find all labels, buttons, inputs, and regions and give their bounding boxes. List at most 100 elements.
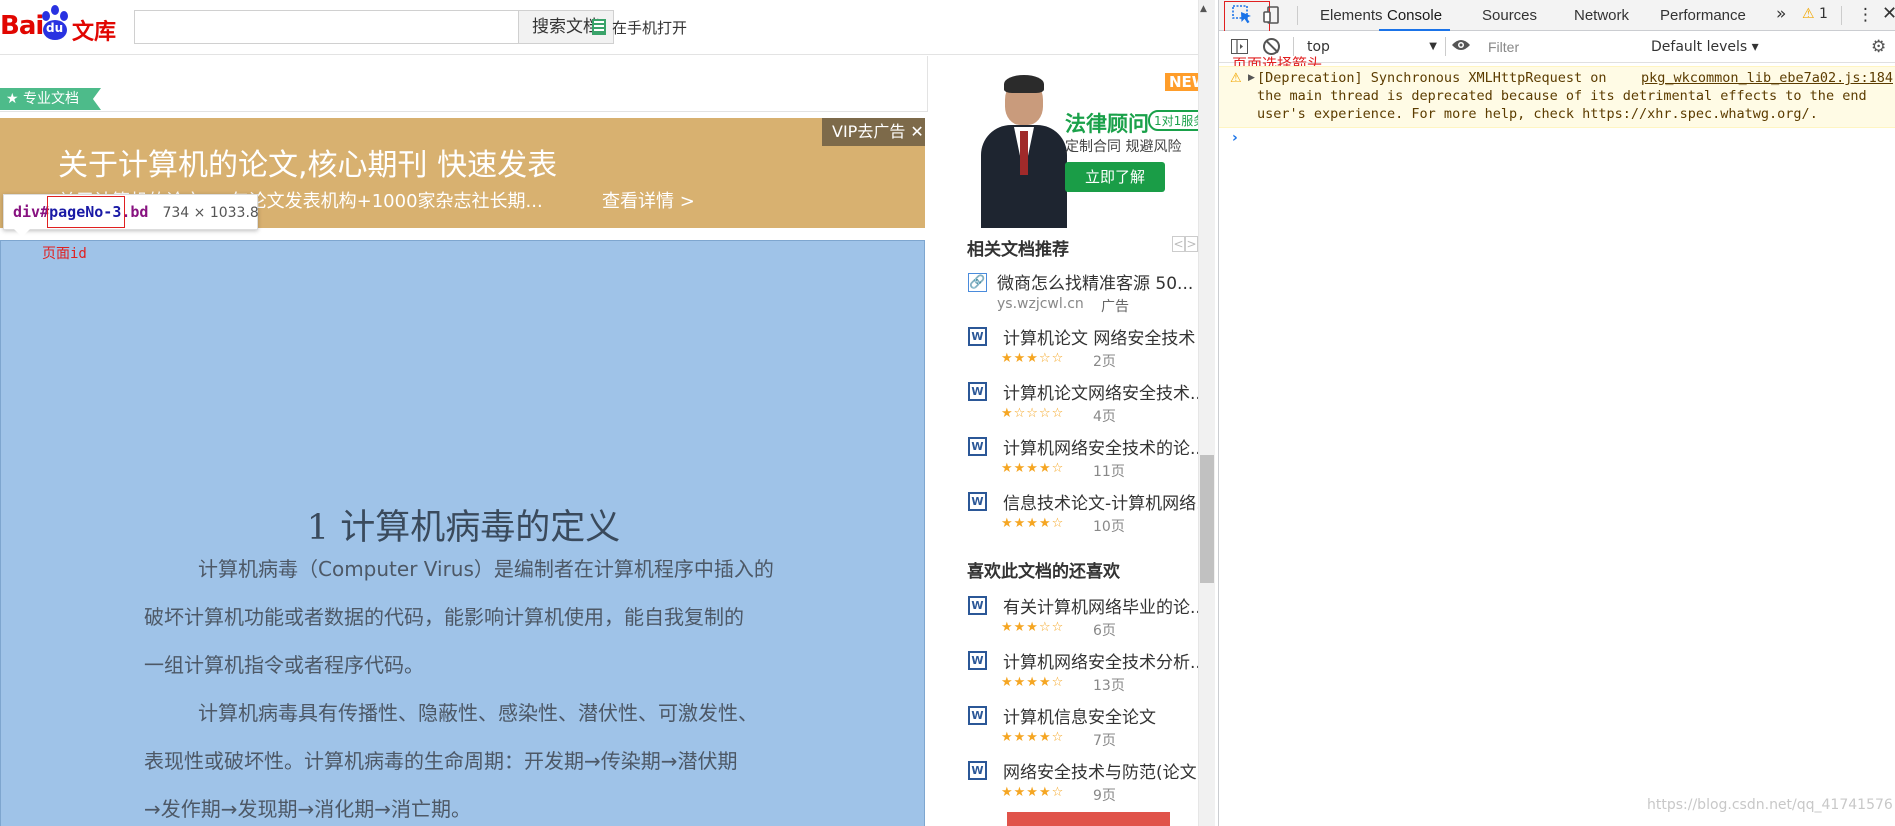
- js-context-select[interactable]: top ▼: [1303, 36, 1441, 58]
- document-page-highlighted: 1 计算机病毒的定义 计算机病毒（Computer Virus）是编制者在计算机…: [0, 240, 925, 826]
- xhr-spec-link[interactable]: https://xhr.spec.whatwg.org/: [1582, 106, 1810, 122]
- page-count: 7页: [1093, 733, 1116, 749]
- related-doc-item[interactable]: W 计算机网络安全技术的论... ★★★★☆ 11页: [967, 433, 1198, 483]
- learn-more-button[interactable]: 立即了解: [1065, 162, 1165, 192]
- related-docs-title: 相关文档推荐: [967, 240, 1069, 260]
- liked-doc-item[interactable]: W 计算机网络安全技术分析... ★★★★☆ 13页: [967, 647, 1198, 697]
- page-id-annotation: 页面id: [42, 246, 87, 262]
- doc-paragraph-line: 计算机病毒（Computer Virus）是编制者在计算机程序中插入的: [198, 557, 774, 581]
- doc-title: 信息技术论文-计算机网络...: [1003, 494, 1198, 514]
- page-scrollbar[interactable]: [1198, 0, 1215, 826]
- devtools-menu-icon[interactable]: ⋮: [1857, 5, 1874, 25]
- tooltip-dimensions: 734 × 1033.8: [162, 205, 259, 221]
- tab-console[interactable]: Console: [1379, 0, 1451, 31]
- liked-doc-item[interactable]: W 有关计算机网络毕业的论... ★★★☆☆ 6页: [967, 592, 1198, 642]
- console-filter-input[interactable]: [1482, 36, 1637, 58]
- warning-line-3: user's experience. For more help, check …: [1257, 106, 1818, 122]
- scroll-up-arrow-icon[interactable]: ▲: [1200, 4, 1207, 14]
- gear-icon[interactable]: ⚙: [1871, 37, 1886, 57]
- toolbar-divider: [1841, 6, 1842, 25]
- open-on-mobile-label: 在手机打开: [612, 18, 688, 37]
- warnings-counter[interactable]: ⚠ 1: [1802, 6, 1828, 22]
- device-toolbar-icon[interactable]: [1263, 5, 1283, 25]
- tab-sources[interactable]: Sources: [1482, 0, 1537, 31]
- star-rating: ★★★☆☆: [1001, 351, 1065, 366]
- page-count: 10页: [1093, 519, 1125, 535]
- page-count: 4页: [1093, 409, 1116, 425]
- pager-next-button[interactable]: >: [1185, 236, 1198, 252]
- star-rating: ★★★☆☆: [1001, 620, 1065, 635]
- search-input[interactable]: [134, 10, 519, 44]
- doc-title: 计算机网络安全技术分析...: [1003, 653, 1198, 673]
- star-rating: ★★★★☆: [1001, 785, 1065, 800]
- close-icon[interactable]: ✕: [1882, 3, 1895, 24]
- liked-doc-item[interactable]: W 网络安全技术与防范(论文... ★★★★☆ 9页: [967, 757, 1198, 807]
- open-on-mobile-link[interactable]: 在手机打开: [592, 16, 687, 38]
- word-doc-icon: W: [968, 596, 987, 615]
- doc-section-heading: 1 计算机病毒的定义: [306, 508, 621, 548]
- ad-detail-link[interactable]: 查看详情 >: [602, 187, 695, 213]
- bottom-action-bar[interactable]: [1007, 812, 1170, 826]
- doc-paragraph-line: 计算机病毒具有传播性、隐蔽性、感染性、潜伏性、可激发性、: [198, 701, 758, 725]
- site-header: Bai du 文库 搜索文档 在手机打开: [0, 0, 1198, 55]
- warning-line-3-text: user's experience. For more help, check: [1257, 106, 1583, 122]
- star-rating: ★★★★☆: [1001, 675, 1065, 690]
- link-icon: 🔗: [968, 273, 987, 292]
- related-doc-item[interactable]: W 计算机论文网络安全技术... ★☆☆☆☆ 4页: [967, 378, 1198, 428]
- devtools-toolbar: Elements Console Sources Network Perform…: [1219, 0, 1895, 34]
- lawyer-ad-services: 定制合同 规避风险: [1065, 139, 1182, 155]
- liked-doc-item[interactable]: W 计算机信息安全论文 ★★★★☆ 7页: [967, 702, 1198, 752]
- log-levels-dropdown[interactable]: Default levels ▾: [1651, 36, 1759, 58]
- screenshot-root: Bai du 文库 搜索文档 在手机打开 ★ 专业文档 关于计算机的论文,核心期…: [0, 0, 1895, 826]
- tab-network[interactable]: Network: [1574, 0, 1629, 31]
- related-doc-item[interactable]: W 计算机论文 网络安全技术 ★★★☆☆ 2页: [967, 323, 1198, 373]
- csdn-watermark: https://blog.csdn.net/qq_41741576: [1647, 797, 1893, 813]
- doc-title: 计算机信息安全论文: [1003, 708, 1156, 728]
- expand-triangle-icon[interactable]: ▶: [1248, 73, 1255, 83]
- related-doc-item[interactable]: W 信息技术论文-计算机网络... ★★★★☆ 10页: [967, 488, 1198, 538]
- word-doc-icon: W: [968, 437, 987, 456]
- warning-line-1: [Deprecation] Synchronous XMLHttpRequest…: [1257, 70, 1607, 86]
- page-count: 6页: [1093, 623, 1116, 639]
- console-sidebar-icon[interactable]: [1231, 39, 1248, 54]
- doc-title: 网络安全技术与防范(论文...: [1003, 763, 1198, 783]
- inspector-element-tooltip: div#pageNo-3.bd 734 × 1033.8: [3, 194, 259, 230]
- doc-tag-row: ★ 专业文档: [0, 56, 928, 112]
- doc-title: 计算机网络安全技术的论...: [1003, 439, 1198, 459]
- lawyer-ad[interactable]: 法律顾问 1对1服务 定制合同 规避风险 立即了解 NEW: [965, 58, 1198, 228]
- doc-paragraph-line: →发作期→发现期→消化期→消亡期。: [144, 797, 472, 821]
- star-rating: ★★★★☆: [1001, 461, 1065, 476]
- doc-paragraph-line: 表现性或破坏性。计算机病毒的生命周期：开发期→传染期→潜伏期: [144, 749, 738, 773]
- page-scrollbar-thumb[interactable]: [1200, 455, 1214, 583]
- tab-elements[interactable]: Elements: [1320, 0, 1383, 31]
- warning-line-2: the main thread is deprecated because of…: [1257, 88, 1867, 104]
- related-ad-title: 微商怎么找精准客源 50...: [997, 274, 1194, 294]
- page-count: 2页: [1093, 354, 1116, 370]
- logo-wenku-text: 文库: [72, 20, 117, 45]
- page-count: 9页: [1093, 788, 1116, 804]
- star-rating: ★★★★☆: [1001, 516, 1065, 531]
- star-rating: ★☆☆☆☆: [1001, 406, 1065, 421]
- related-ad-source: ys.wzjcwl.cn: [997, 296, 1084, 312]
- word-doc-icon: W: [968, 327, 987, 346]
- console-prompt-icon[interactable]: ›: [1232, 130, 1238, 146]
- pager-prev-button[interactable]: <: [1172, 236, 1185, 252]
- tab-performance[interactable]: Performance: [1660, 0, 1746, 31]
- word-doc-icon: W: [968, 492, 987, 511]
- live-expression-eye-icon[interactable]: [1451, 38, 1471, 56]
- word-doc-icon: W: [968, 706, 987, 725]
- warning-source-link[interactable]: pkg_wkcommon_lib_ebe7a02.js:184: [1641, 70, 1893, 86]
- related-ad-item[interactable]: 🔗 微商怎么找精准客源 50... ys.wzjcwl.cn 广告: [967, 268, 1198, 318]
- ad-title: 关于计算机的论文,核心期刊 快速发表: [58, 148, 558, 183]
- star-rating: ★★★★☆: [1001, 730, 1065, 745]
- vip-remove-ad-button[interactable]: VIP去广告 ✕: [822, 118, 925, 146]
- liked-docs-title: 喜欢此文档的还喜欢: [967, 562, 1120, 582]
- console-warning-message[interactable]: ⚠ ▶ [Deprecation] Synchronous XMLHttpReq…: [1219, 66, 1895, 128]
- page-id-highlight-box: [47, 196, 125, 228]
- tooltip-arrow: [14, 229, 30, 237]
- pro-document-tag: ★ 专业文档: [0, 88, 102, 110]
- more-tabs-icon[interactable]: »: [1776, 4, 1786, 24]
- doc-paragraph-line: 破坏计算机功能或者数据的代码，能影响计算机使用，能自我复制的: [144, 605, 744, 629]
- doc-title: 计算机论文 网络安全技术: [1003, 329, 1196, 349]
- word-doc-icon: W: [968, 651, 987, 670]
